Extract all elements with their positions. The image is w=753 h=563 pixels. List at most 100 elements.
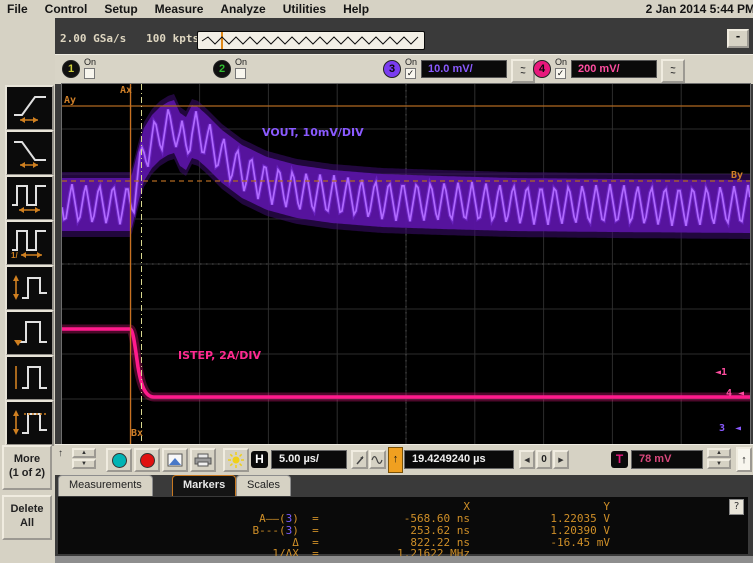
menu-setup[interactable]: Setup (104, 2, 137, 16)
clear-display-button[interactable] (223, 448, 249, 472)
fine-adjust-icon (355, 455, 365, 465)
run-button[interactable] (106, 448, 132, 472)
v-base-icon (10, 316, 50, 350)
screen-capture-button[interactable] (162, 448, 188, 472)
acquisition-status: 2.00 GSa/s 100 kpts (60, 32, 199, 45)
channel-1-on-checkbox[interactable] (84, 68, 95, 79)
channel-3-trace-id: 3 (719, 423, 725, 434)
channel-3-scale-field[interactable]: 10.0 mV/ (421, 60, 507, 78)
marker-by-label[interactable]: By (731, 170, 743, 181)
waveform-preview-bar[interactable] (197, 31, 425, 50)
splitter-handle-icon[interactable]: ↑ (58, 448, 63, 459)
svg-text:1/: 1/ (11, 251, 18, 260)
channel-2-badge[interactable]: 2 (213, 60, 231, 78)
trigger-level-field[interactable]: 78 mV (631, 450, 703, 469)
more-button[interactable]: More (1 of 2) (2, 445, 52, 490)
channel-4-scale-field[interactable]: 200 mV/ (571, 60, 657, 78)
trigger-slope-button[interactable]: ↑ (736, 447, 752, 472)
tab-scales[interactable]: Scales (236, 475, 291, 496)
measure-frequency-button[interactable]: 1/ (5, 220, 54, 266)
pulse-width-icon (10, 181, 50, 215)
timebase-field[interactable]: 5.00 µs/ (271, 450, 347, 469)
channel-strip: 1 On 2 On 3 On 10.0 mV/ ~~ 4 On 200 mV/ … (55, 54, 753, 84)
menu-bar: File Control Setup Measure Analyze Utili… (0, 0, 753, 18)
measure-vavg-button[interactable] (5, 400, 54, 446)
menu-help[interactable]: Help (343, 2, 369, 16)
menu-measure[interactable]: Measure (155, 2, 204, 16)
bottom-edge-bar (55, 556, 753, 563)
clock: 2 Jan 2014 5:44 PM (646, 2, 753, 16)
measure-fall-time-button[interactable] (5, 130, 54, 176)
marker-readout-panel: X Y A——(3) = -568.60 ns 1.22035 V B---(3… (58, 497, 748, 554)
oscilloscope-window: File Control Setup Measure Analyze Utili… (0, 0, 753, 563)
trigger-delay-field[interactable]: 19.4249240 µs (404, 450, 514, 469)
tab-measurements[interactable]: Measurements (58, 475, 153, 496)
measure-overshoot-button[interactable] (5, 265, 54, 311)
menu-file[interactable]: File (7, 2, 28, 16)
channel-1-badge[interactable]: 1 (62, 60, 80, 78)
channel-3-on-checkbox[interactable] (405, 68, 416, 79)
channel-4-badge[interactable]: 4 (533, 60, 551, 78)
waveform-display[interactable]: Ax Bx Ay By VOUT, 10mV/DIV ISTEP, 2A/DIV… (61, 83, 751, 445)
fine-adjust-button[interactable] (351, 450, 368, 469)
trigger-level-down-button[interactable]: ▼ (707, 459, 731, 469)
horizontal-badge: H (251, 451, 268, 468)
horizontal-sine-button[interactable] (369, 450, 386, 469)
menu-control[interactable]: Control (45, 2, 88, 16)
print-button[interactable] (190, 448, 216, 472)
channel-3-on-label: On (405, 58, 417, 67)
spin-up-button[interactable]: ▲ (72, 448, 96, 458)
channel-4-controls: 4 On 200 mV/ ~~ (533, 58, 685, 82)
delay-left-button[interactable]: ◀ (519, 450, 535, 469)
istep-trace-label: ISTEP, 2A/DIV (178, 349, 261, 362)
marker-bx-label[interactable]: Bx (131, 428, 143, 439)
delay-right-button[interactable]: ▶ (553, 450, 569, 469)
channel-4-coupling-button[interactable]: ~~ (661, 59, 685, 83)
channel-4-ground-marker[interactable]: ◄ (738, 388, 744, 399)
channel-1-on-label: On (84, 58, 96, 67)
sun-icon (227, 451, 245, 469)
delay-zero-button[interactable]: 0 (536, 450, 552, 469)
vertical-spinner: ▲ ▼ (72, 448, 96, 469)
spin-down-button[interactable]: ▼ (72, 459, 96, 469)
preview-waveform (202, 37, 418, 44)
frequency-icon: 1/ (10, 226, 50, 260)
channel-1-ground-marker[interactable]: ◄1 (715, 367, 727, 378)
menu-utilities[interactable]: Utilities (283, 2, 326, 16)
channel-3-badge[interactable]: 3 (383, 60, 401, 78)
channel-1-controls: 1 On (62, 58, 96, 82)
trigger-position-flag[interactable]: ↑ (388, 447, 403, 473)
overshoot-icon (10, 271, 50, 305)
screen-capture-icon (167, 453, 183, 467)
delete-all-button[interactable]: Delete All (2, 495, 52, 540)
channel-4-on-checkbox[interactable] (555, 68, 566, 79)
memory-depth: 100 kpts (146, 32, 199, 45)
help-button[interactable]: ? (729, 499, 744, 515)
marker-ay-label[interactable]: Ay (64, 95, 76, 106)
measure-rise-time-button[interactable] (5, 85, 54, 131)
marker-ax-label[interactable]: Ax (120, 85, 132, 96)
run-control-toolbar: ↑ ▲ ▼ H 5.00 (55, 444, 753, 475)
tab-markers[interactable]: Markers (172, 475, 236, 496)
printer-icon (194, 453, 212, 467)
channel-3-ground-marker[interactable]: ◄ (735, 423, 741, 434)
channel-3-coupling-button[interactable]: ~~ (511, 59, 535, 83)
stop-icon (140, 453, 155, 468)
run-icon (112, 453, 127, 468)
channel-3-controls: 3 On 10.0 mV/ ~~ (383, 58, 535, 82)
minimize-button[interactable]: - (727, 29, 749, 48)
fall-time-icon (10, 136, 50, 170)
measure-sidebar: 1/ (0, 18, 55, 563)
sample-rate: 2.00 GSa/s (60, 32, 126, 45)
channel-2-on-label: On (235, 58, 247, 67)
channel-4-on-label: On (555, 58, 567, 67)
stop-button[interactable] (134, 448, 160, 472)
measure-vpp-button[interactable] (5, 355, 54, 401)
trigger-level-up-button[interactable]: ▲ (707, 448, 731, 458)
waveform-canvas (62, 84, 750, 444)
channel-2-on-checkbox[interactable] (235, 68, 246, 79)
menu-analyze[interactable]: Analyze (220, 2, 265, 16)
v-peak-peak-icon (10, 361, 50, 395)
measure-pulse-width-button[interactable] (5, 175, 54, 221)
measure-vbase-button[interactable] (5, 310, 54, 356)
